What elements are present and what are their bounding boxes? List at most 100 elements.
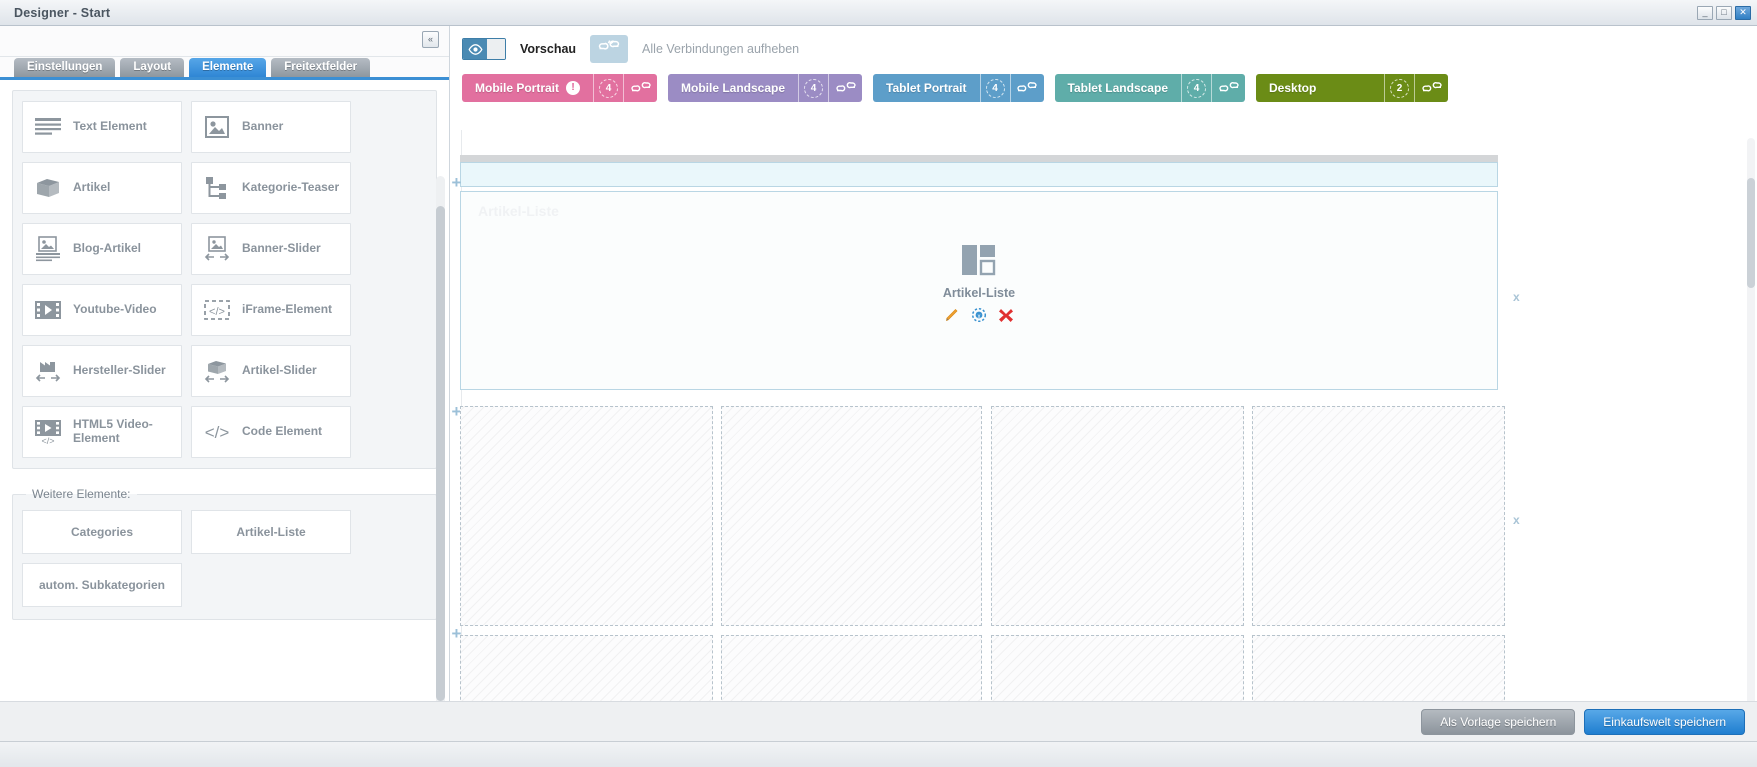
palette-item-banner[interactable]: Banner — [191, 101, 351, 153]
link-icon[interactable] — [828, 74, 862, 102]
placeholder-cell[interactable] — [721, 635, 982, 710]
link-icon[interactable] — [1414, 74, 1448, 102]
tab-layout[interactable]: Layout — [120, 58, 185, 77]
palette-item-blog-artikel[interactable]: Blog-Artikel — [22, 223, 182, 275]
device-tab-name[interactable]: Tablet Landscape — [1055, 74, 1181, 102]
device-tab-name[interactable]: Mobile Landscape — [668, 74, 798, 102]
tab-einstellungen[interactable]: Einstellungen — [14, 58, 116, 77]
palette-item-label: Hersteller-Slider — [73, 363, 166, 378]
canvas-row-empty[interactable] — [460, 162, 1498, 187]
further-elements-grid: Categories Artikel-Liste autom. Subkateg… — [22, 510, 427, 607]
further-elements-box: Weitere Elemente: Categories Artikel-Lis… — [12, 487, 437, 620]
placeholder-cell[interactable] — [991, 406, 1244, 626]
device-column-count[interactable]: 2 — [1384, 74, 1414, 102]
device-column-count[interactable]: 4 — [798, 74, 828, 102]
preview-toggle[interactable] — [462, 38, 506, 60]
placeholder-cell[interactable] — [991, 635, 1244, 710]
box-arrows-icon — [202, 356, 232, 386]
further-item-categories[interactable]: Categories — [22, 510, 182, 554]
further-item-autom-subkategorien[interactable]: autom. Subkategorien — [22, 563, 182, 607]
tab-freitextfelder[interactable]: Freitextfelder — [271, 58, 371, 77]
pencil-icon[interactable] — [944, 307, 960, 323]
panel-scrollbar[interactable] — [436, 176, 445, 736]
link-icon[interactable] — [1009, 74, 1044, 102]
placeholder-cell[interactable] — [1252, 406, 1505, 626]
code-icon: </> — [202, 417, 232, 447]
device-tab-tablet-portrait: Tablet Portrait 4 — [873, 74, 1044, 102]
device-column-count[interactable]: 4 — [593, 74, 623, 102]
device-tab-desktop: Desktop 2 — [1256, 74, 1448, 102]
palette-item-artikel-slider[interactable]: Artikel-Slider — [191, 345, 351, 397]
further-item-artikel-liste[interactable]: Artikel-Liste — [191, 510, 351, 554]
toggle-track-off — [487, 39, 505, 59]
palette-item-text-element[interactable]: Text Element — [22, 101, 182, 153]
palette-item-youtube-video[interactable]: Youtube-Video — [22, 284, 182, 336]
device-tab-name[interactable]: Tablet Portrait — [873, 74, 979, 102]
placeholder-cell[interactable] — [460, 406, 713, 626]
device-tab-label: Mobile Portrait — [475, 81, 560, 95]
link-icon[interactable] — [1211, 74, 1245, 102]
palette-item-banner-slider[interactable]: Banner-Slider — [191, 223, 351, 275]
canvas-element[interactable]: Artikel-Liste x — [461, 242, 1497, 323]
image-text-icon — [33, 234, 63, 264]
window-titlebar: Designer - Start _ □ ✕ — [0, 0, 1757, 26]
canvas-scrollbar[interactable] — [1747, 138, 1755, 733]
placeholder-cell[interactable] — [1252, 635, 1505, 710]
device-tab-name[interactable]: Desktop — [1256, 74, 1384, 102]
preview-label: Vorschau — [520, 42, 577, 56]
palette-item-label: Text Element — [73, 119, 147, 134]
device-column-count[interactable]: 4 — [1181, 74, 1211, 102]
warning-icon: ! — [566, 81, 581, 95]
palette-item-label: Kategorie-Teaser — [242, 180, 340, 195]
maximize-button[interactable]: □ — [1716, 5, 1732, 20]
palette-item-code-element[interactable]: </> Code Element — [191, 406, 351, 458]
canvas-element-label: Artikel-Liste — [942, 286, 1016, 300]
tab-elemente[interactable]: Elemente — [189, 58, 267, 77]
device-tab-label: Mobile Landscape — [681, 81, 786, 95]
palette-item-iframe-element[interactable]: </> iFrame-Element — [191, 284, 351, 336]
palette-item-hersteller-slider[interactable]: Hersteller-Slider — [22, 345, 182, 397]
palette-item-label: Artikel-Slider — [242, 363, 317, 378]
close-x-icon[interactable] — [998, 307, 1014, 323]
save-shopping-world-button[interactable]: Einkaufswelt speichern — [1584, 708, 1745, 735]
panel-body: Text Element Banner Artikel Kategorie-Te… — [0, 80, 449, 741]
left-panel: « Einstellungen Layout Elemente Freitext… — [0, 26, 450, 741]
device-column-count[interactable]: 4 — [979, 74, 1010, 102]
window-title: Designer - Start — [14, 5, 111, 20]
palette-item-label: Youtube-Video — [73, 302, 157, 317]
palette-item-artikel[interactable]: Artikel — [22, 162, 182, 214]
remove-row-handle-1[interactable]: x — [1513, 290, 1520, 304]
eye-icon — [463, 39, 487, 59]
panel-scrollbar-thumb[interactable] — [436, 206, 445, 701]
palette-item-label: iFrame-Element — [242, 302, 333, 317]
palette-item-kategorie-teaser[interactable]: Kategorie-Teaser — [191, 162, 351, 214]
code-dashed-icon: </> — [202, 295, 232, 325]
device-tab-name[interactable]: Mobile Portrait ! — [462, 74, 593, 102]
panel-tabs: Einstellungen Layout Elemente Freitextfe… — [0, 57, 449, 80]
palette-item-html5-video-element[interactable]: </> HTML5 Video-Element — [22, 406, 182, 458]
right-pane: Vorschau Alle Verbindungen aufheben Mobi… — [450, 26, 1757, 741]
placeholder-cell[interactable] — [460, 635, 713, 710]
device-tab-label: Tablet Landscape — [1067, 81, 1168, 95]
remove-row-handle-2[interactable]: x — [1513, 513, 1520, 527]
canvas-scrollbar-thumb[interactable] — [1747, 178, 1755, 288]
close-button[interactable]: ✕ — [1735, 5, 1751, 20]
canvas-row-article-list[interactable]: Artikel-Liste Artikel-Liste x — [460, 191, 1498, 390]
further-elements-legend: Weitere Elemente: — [32, 487, 131, 501]
factory-arrows-icon — [33, 356, 63, 386]
minimize-button[interactable]: _ — [1697, 5, 1713, 20]
unlink-all-button[interactable] — [590, 35, 629, 63]
save-as-template-button[interactable]: Als Vorlage speichern — [1421, 708, 1576, 735]
break-link-icon — [597, 39, 621, 59]
collapse-panel-button[interactable]: « — [422, 31, 439, 48]
palette-item-label: HTML5 Video-Element — [73, 417, 153, 445]
placeholder-cell[interactable] — [721, 406, 982, 626]
gear-icon[interactable]: x — [971, 307, 987, 323]
elements-grid: Text Element Banner Artikel Kategorie-Te… — [22, 101, 427, 458]
add-row-handle-1[interactable]: + — [450, 174, 463, 191]
article-list-layout-icon — [959, 242, 999, 281]
footer-actions: Als Vorlage speichern Einkaufswelt speic… — [0, 701, 1757, 741]
canvas: + Artikel-Liste Artikel-Liste x x + x + — [450, 130, 1757, 741]
tree-icon — [202, 173, 232, 203]
link-icon[interactable] — [623, 74, 657, 102]
